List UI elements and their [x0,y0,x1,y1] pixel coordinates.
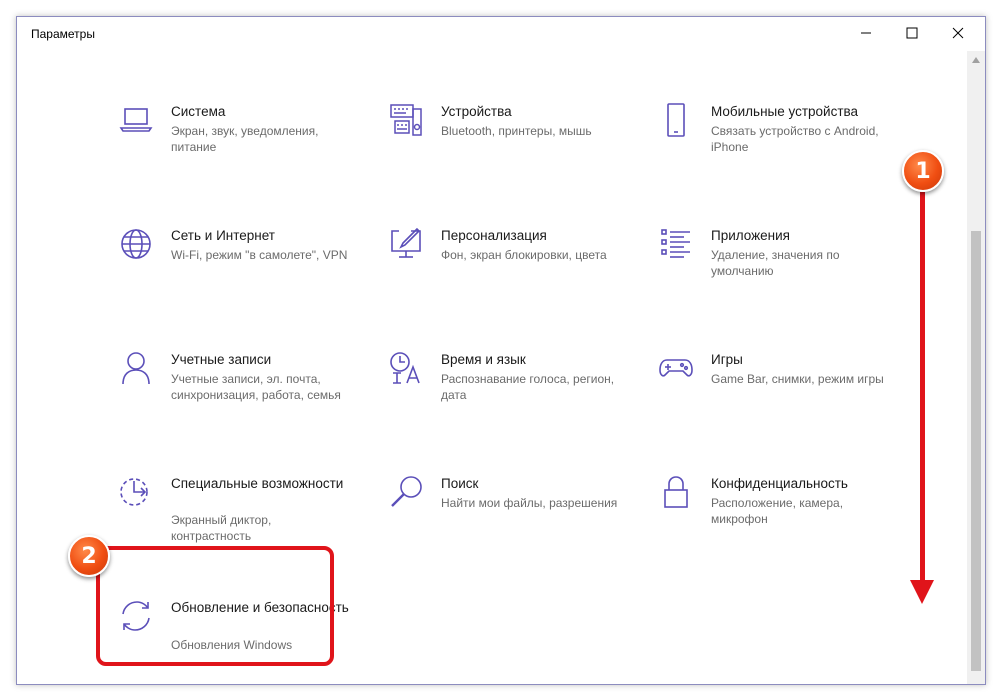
time-language-icon [389,351,423,385]
phone-icon [659,103,693,137]
tile-gaming[interactable]: Игры Game Bar, снимки, режим игры [659,349,899,459]
laptop-icon [119,103,153,137]
tile-apps[interactable]: Приложения Удаление, значения по умолчан… [659,225,899,335]
tile-search[interactable]: Поиск Найти мои файлы, разрешения [389,473,629,583]
tile-description: Учетные записи, эл. почта, синхронизация… [171,372,341,402]
tile-system[interactable]: Система Экран, звук, уведомления, питани… [119,101,359,211]
paint-monitor-icon [389,227,423,261]
tile-description: Экран, звук, уведомления, питание [171,124,319,154]
tile-name: Конфиденциальность [711,476,848,491]
close-icon [952,27,964,39]
accessibility-icon [119,475,153,509]
tile-privacy[interactable]: Конфиденциальность Расположение, камера,… [659,473,899,583]
maximize-icon [906,27,918,39]
tile-accounts[interactable]: Учетные записи Учетные записи, эл. почта… [119,349,359,459]
step-badge-2: 2 [68,535,110,577]
scrollbar-thumb[interactable] [971,231,981,671]
tile-name: Поиск [441,476,479,491]
tile-name: Приложения [711,228,790,243]
tile-description: Обновления Windows [171,638,293,652]
tile-name: Мобильные устройства [711,104,859,119]
settings-grid: Система Экран, звук, уведомления, питани… [17,51,967,684]
tile-phone[interactable]: Мобильные устройства Связать устройство … [659,101,899,211]
close-button[interactable] [935,17,981,49]
tile-description: Найти мои файлы, разрешения [441,496,618,510]
tile-time-language[interactable]: Время и язык Распознавание голоса, регио… [389,349,629,459]
settings-window: Параметры Система Экран, звук, уведомлен… [16,16,986,685]
tile-name: Учетные записи [171,352,272,367]
tile-devices[interactable]: Устройства Bluetooth, принтеры, мышь [389,101,629,211]
tile-description: Bluetooth, принтеры, мышь [441,124,592,138]
tile-description: Расположение, камера, микрофон [711,496,844,526]
step-badge-1: 1 [902,150,944,192]
gamepad-icon [659,351,693,385]
window-title: Параметры [31,27,95,41]
tile-name: Устройства [441,104,512,119]
tile-description: Связать устройство с Android, iPhone [711,124,879,154]
apps-list-icon [659,227,693,261]
tile-description: Wi-Fi, режим "в самолете", VPN [171,248,348,262]
scroll-direction-arrow [920,192,925,587]
lock-icon [659,475,693,509]
sync-icon [119,599,153,633]
tile-personalization[interactable]: Персонализация Фон, экран блокировки, цв… [389,225,629,335]
tile-accessibility[interactable]: Специальные возможности Экранный диктор,… [119,473,359,583]
arrow-head [910,580,934,604]
tile-name: Обновление и безопасность [171,600,349,615]
tile-network[interactable]: Сеть и Интернет Wi-Fi, режим "в самолете… [119,225,359,335]
globe-icon [119,227,153,261]
tile-name: Персонализация [441,228,547,243]
vertical-scrollbar[interactable] [967,51,985,684]
minimize-button[interactable] [843,17,889,49]
maximize-button[interactable] [889,17,935,49]
tile-name: Специальные возможности [171,476,344,491]
tile-name: Время и язык [441,352,526,367]
tile-name: Система [171,104,226,119]
keyboard-speaker-icon [389,103,423,137]
tile-description: Распознавание голоса, регион, дата [441,372,615,402]
minimize-icon [861,32,871,34]
tile-description: Фон, экран блокировки, цвета [441,248,607,262]
chevron-up-icon [972,57,980,63]
tile-name: Игры [711,352,743,367]
tile-description: Game Bar, снимки, режим игры [711,372,884,386]
title-bar: Параметры [17,17,985,51]
tile-description: Удаление, значения по умолчанию [711,248,840,278]
search-icon [389,475,423,509]
tile-description: Экранный диктор, контрастность [171,513,272,543]
tile-update-security[interactable]: Обновление и безопасность Обновления Win… [119,597,359,684]
tile-name: Сеть и Интернет [171,228,275,243]
scroll-up-arrow[interactable] [967,51,985,69]
person-icon [119,351,153,385]
